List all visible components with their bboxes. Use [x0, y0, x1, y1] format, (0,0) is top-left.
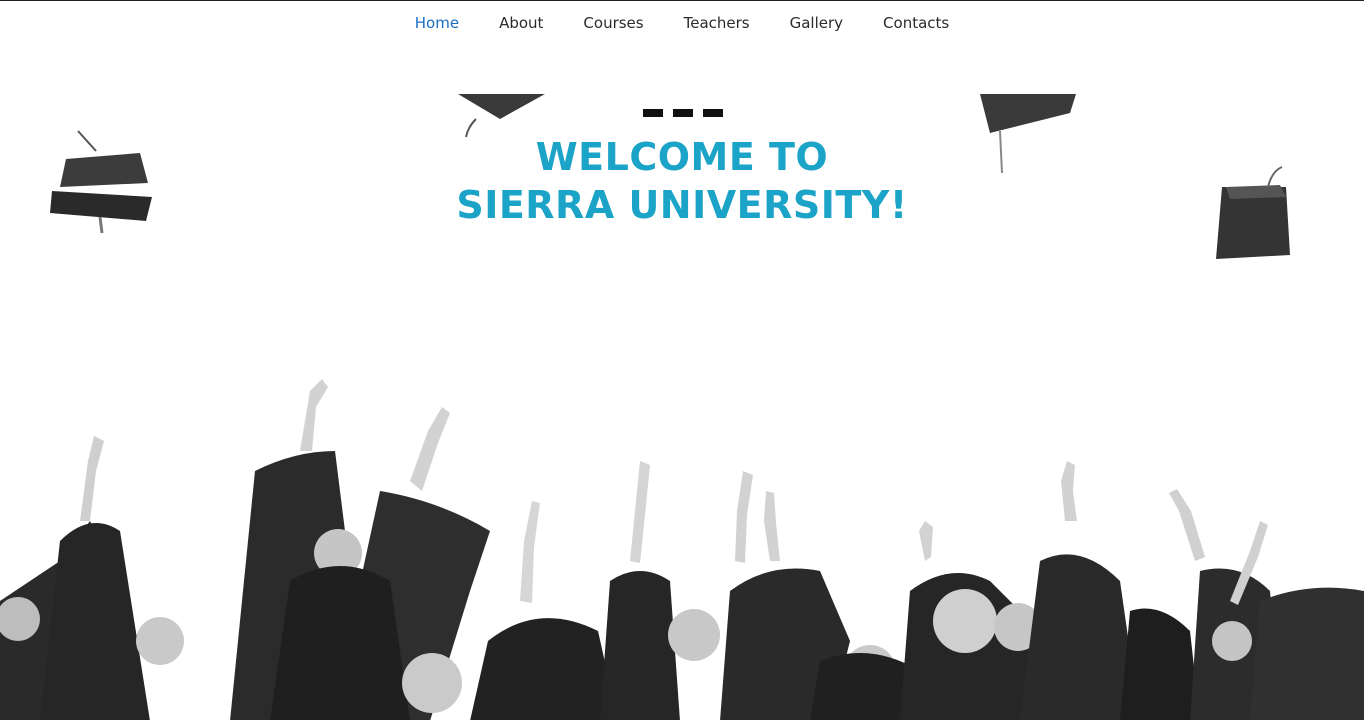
nav-about[interactable]: About — [479, 1, 563, 45]
hero-title-line-2: SIERRA UNIVERSITY! — [456, 183, 908, 227]
dash-2 — [673, 109, 693, 117]
hero-title-line-1: WELCOME TO — [535, 135, 829, 179]
crowd-silhouettes — [0, 379, 1364, 720]
nav-contacts[interactable]: Contacts — [863, 1, 969, 45]
page: Home About Courses Teachers Gallery Cont… — [0, 0, 1364, 720]
hero-section: WELCOME TO SIERRA UNIVERSITY! — [0, 109, 1364, 229]
nav-gallery[interactable]: Gallery — [770, 1, 863, 45]
dash-1 — [643, 109, 663, 117]
nav-teachers[interactable]: Teachers — [664, 1, 770, 45]
main-nav: Home About Courses Teachers Gallery Cont… — [0, 1, 1364, 45]
dash-3 — [703, 109, 723, 117]
nav-courses[interactable]: Courses — [563, 1, 663, 45]
hero-dashes-decoration — [2, 109, 1364, 117]
hero-title: WELCOME TO SIERRA UNIVERSITY! — [0, 133, 1364, 229]
nav-home[interactable]: Home — [395, 1, 479, 45]
